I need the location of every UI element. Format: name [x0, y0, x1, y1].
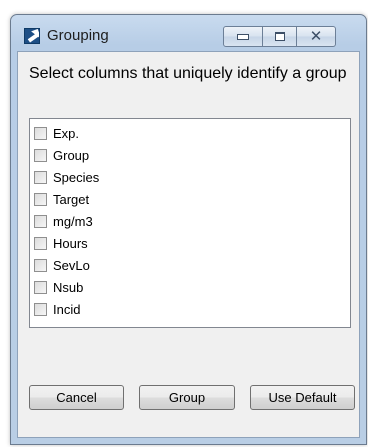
checkbox[interactable]: [34, 192, 47, 206]
checkbox[interactable]: [34, 214, 47, 228]
dialog-body: Select columns that uniquely identify a …: [17, 51, 360, 438]
column-item[interactable]: Nsub: [34, 276, 350, 298]
column-item[interactable]: Species: [34, 166, 350, 188]
checkbox[interactable]: [34, 258, 47, 272]
caption-buttons: ✕: [223, 26, 336, 47]
checkbox[interactable]: [34, 148, 47, 162]
column-item[interactable]: mg/m3: [34, 210, 350, 232]
column-label: Species: [53, 169, 100, 185]
minimize-icon: [237, 34, 249, 40]
instruction-text: Select columns that uniquely identify a …: [29, 65, 347, 82]
column-item[interactable]: Target: [34, 188, 350, 210]
column-label: Group: [53, 147, 90, 163]
maximize-button[interactable]: [263, 26, 297, 47]
checkbox[interactable]: [34, 170, 47, 184]
column-item[interactable]: SevLo: [34, 254, 350, 276]
maximize-icon: [275, 32, 285, 41]
minimize-button[interactable]: [223, 26, 263, 47]
column-item[interactable]: Incid: [34, 298, 350, 320]
column-label: Target: [53, 191, 90, 207]
checkbox[interactable]: [34, 236, 47, 250]
checkbox[interactable]: [34, 302, 47, 316]
checkbox[interactable]: [34, 126, 47, 140]
column-item[interactable]: Hours: [34, 232, 350, 254]
close-button[interactable]: ✕: [297, 26, 336, 47]
close-icon: ✕: [309, 27, 323, 45]
cancel-button[interactable]: Cancel: [29, 385, 124, 410]
window-title: Grouping: [47, 27, 109, 44]
column-label: SevLo: [53, 257, 90, 273]
use-default-button[interactable]: Use Default: [250, 385, 355, 410]
column-label: Nsub: [53, 279, 84, 295]
grouping-dialog: Grouping ✕ Select columns that uniquely …: [10, 14, 367, 445]
group-button[interactable]: Group: [139, 385, 235, 410]
column-label: mg/m3: [53, 213, 93, 229]
column-item[interactable]: Group: [34, 144, 350, 166]
column-list: Exp. Group Species Target mg/m3 Hours SevLo Nsu…: [30, 119, 350, 320]
app-icon: [24, 28, 40, 44]
column-label: Hours: [53, 235, 88, 251]
checkbox[interactable]: [34, 280, 47, 294]
title-bar[interactable]: Grouping ✕: [11, 15, 366, 49]
column-label: Exp.: [53, 125, 80, 141]
column-item[interactable]: Exp.: [34, 122, 350, 144]
column-label: Incid: [53, 301, 81, 317]
column-checklist[interactable]: Exp. Group Species Target mg/m3 Hours SevLo Nsu…: [29, 118, 351, 328]
